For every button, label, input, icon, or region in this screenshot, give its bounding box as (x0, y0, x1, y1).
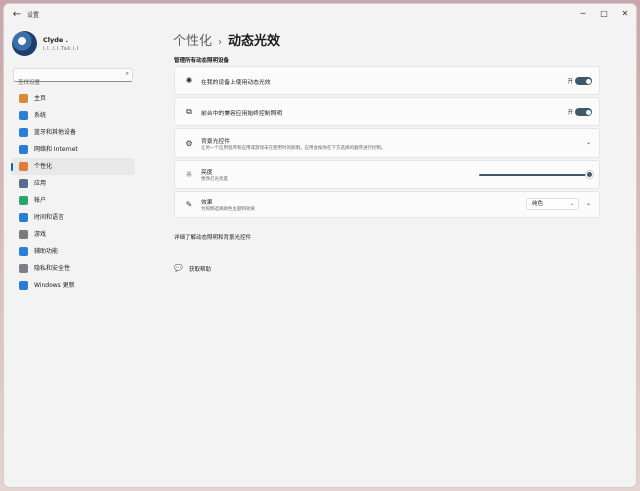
effect-dropdown[interactable]: 纯色 ⌄ (526, 198, 579, 210)
user-email: I.I..I.I.Tak.l.I (43, 46, 79, 52)
sidebar-item[interactable]: Windows 更新 (11, 277, 135, 294)
back-button[interactable]: ← (10, 8, 24, 22)
brightness-slider-track[interactable] (479, 174, 589, 176)
sidebar-item-label: 蓝牙和其他设备 (34, 129, 77, 136)
sidebar-item-label: 辅助功能 (34, 248, 59, 255)
help-chat-icon: 💬 (174, 264, 183, 272)
sidebar-item-label: 隐私和安全性 (34, 265, 71, 272)
sidebar-item[interactable]: 系统 (11, 107, 135, 124)
sidebar-item-label: 个性化 (34, 163, 53, 170)
toggle-state-label: 开 (567, 79, 573, 85)
apps-icon (19, 179, 28, 188)
close-button[interactable]: ✕ (618, 7, 632, 21)
sidebar-item[interactable]: 个性化 (11, 158, 135, 175)
maximize-icon: □ (600, 9, 608, 18)
learn-more-link[interactable]: 详细了解动态照明和背景光控件 (174, 233, 251, 241)
card-title: 亮度 (201, 170, 213, 176)
search-icon[interactable]: ⌕ (126, 70, 129, 78)
card-effects[interactable]: ✎ 效果 为照明选择颜色主题和效果 纯色 ⌄ ⌄ (174, 191, 600, 218)
chevron-down-icon: ⌄ (569, 201, 574, 207)
card-subtitle: 更改灯光亮度 (201, 177, 228, 182)
sidebar-item-label: Windows 更新 (34, 282, 75, 289)
toggle-state-label: 开 (567, 110, 573, 116)
chevron-down-icon[interactable]: ⌄ (586, 200, 591, 207)
sidebar-item-label: 网络和 Internet (34, 146, 78, 153)
title-bar: ← 设置 ─ □ ✕ (4, 4, 636, 26)
chevron-down-icon[interactable]: ⌄ (586, 139, 591, 146)
search-box[interactable]: ⌕ (13, 68, 133, 89)
sidebar-nav: 主页系统蓝牙和其他设备 网络和 Internet 个性化应用帐户时间和语言游戏辅助功… (11, 90, 135, 294)
update-icon (19, 281, 28, 290)
sidebar-item-label: 帐户 (34, 197, 47, 204)
help-label: 获取帮助 (189, 267, 212, 273)
maximize-button[interactable]: □ (597, 7, 611, 21)
shield-icon (19, 264, 28, 273)
card-background-light-controls[interactable]: ⚙ 背景光控件 让另一个应用程序和应用或游戏未在使用时的照明。应用会按你在下方选… (174, 128, 600, 158)
sidebar-item-label: 游戏 (34, 231, 47, 238)
brightness-slider-thumb[interactable] (586, 171, 593, 178)
close-icon: ✕ (621, 9, 629, 18)
card-foreground-apps: ⧉ 前台中的兼容应用始终控制照明 开 (174, 97, 600, 126)
user-name: Clyde . (43, 36, 69, 44)
card-title: 背景光控件 (201, 139, 230, 145)
sun-icon: ☼ (185, 170, 193, 179)
sidebar-item[interactable]: 蓝牙和其他设备 (11, 124, 135, 141)
section-title: 管理所有动态照明设备 (174, 58, 230, 64)
page-title: 动态光效 (228, 34, 281, 49)
sidebar-item-label: 系统 (34, 112, 47, 119)
accessibility-icon (19, 247, 28, 256)
home-icon (19, 94, 28, 103)
bluetooth-icon (19, 128, 28, 137)
card-title: 前台中的兼容应用始终控制照明 (201, 111, 283, 117)
windows-stack-icon: ⧉ (186, 107, 192, 116)
breadcrumb-parent[interactable]: 个性化 (173, 34, 212, 49)
arrow-left-icon: ← (12, 9, 22, 20)
card-brightness: ☼ 亮度 更改灯光亮度 (174, 160, 600, 189)
sparkle-icon: ✺ (185, 76, 193, 85)
wifi-icon (19, 145, 28, 154)
use-dynamic-lighting-toggle[interactable] (575, 77, 592, 85)
minimize-button[interactable]: ─ (576, 7, 590, 21)
app-title: 设置 (27, 12, 40, 19)
avatar (12, 31, 37, 56)
brush-icon (19, 162, 28, 171)
sidebar-item[interactable]: 帐户 (11, 192, 135, 209)
system-icon (19, 111, 28, 120)
sidebar-item[interactable]: 游戏 (11, 226, 135, 243)
account-icon (19, 196, 28, 205)
sidebar-item-label: 时间和语言 (34, 214, 65, 221)
foreground-apps-toggle[interactable] (575, 108, 592, 116)
sidebar-item[interactable]: 辅助功能 (11, 243, 135, 260)
sidebar-item[interactable]: 隐私和安全性 (11, 260, 135, 277)
sidebar-item[interactable]: 时间和语言 (11, 209, 135, 226)
card-title: 在我的设备上使用动态光效 (201, 80, 271, 86)
effect-selected: 纯色 (532, 201, 544, 207)
breadcrumb: 个性化 › 动态光效 (173, 30, 280, 49)
settings-window: ← 设置 ─ □ ✕ Clyde . I.I..I.I.Tak.l.I ⌕ 主页… (3, 3, 637, 488)
card-title: 效果 (201, 200, 213, 206)
card-subtitle: 为照明选择颜色主题和效果 (201, 207, 255, 212)
gamepad-icon (19, 230, 28, 239)
card-use-dynamic-lighting: ✺ 在我的设备上使用动态光效 开 (174, 66, 600, 95)
search-input[interactable] (14, 77, 114, 89)
globe-clock-icon (19, 213, 28, 222)
sidebar-item[interactable]: 主页 (11, 90, 135, 107)
sidebar-item[interactable]: 应用 (11, 175, 135, 192)
sidebar-item-label: 主页 (34, 95, 47, 102)
sidebar-item-label: 应用 (34, 180, 47, 187)
sidebar-item[interactable]: 网络和 Internet (11, 141, 135, 158)
pen-icon: ✎ (185, 200, 193, 209)
minimize-icon: ─ (580, 9, 586, 18)
chevron-right-icon: › (218, 37, 223, 48)
card-subtitle: 让另一个应用程序和应用或游戏未在使用时的照明。应用会按你在下方选择的顺序进行控制… (201, 146, 386, 151)
gear-icon: ⚙ (185, 139, 193, 148)
